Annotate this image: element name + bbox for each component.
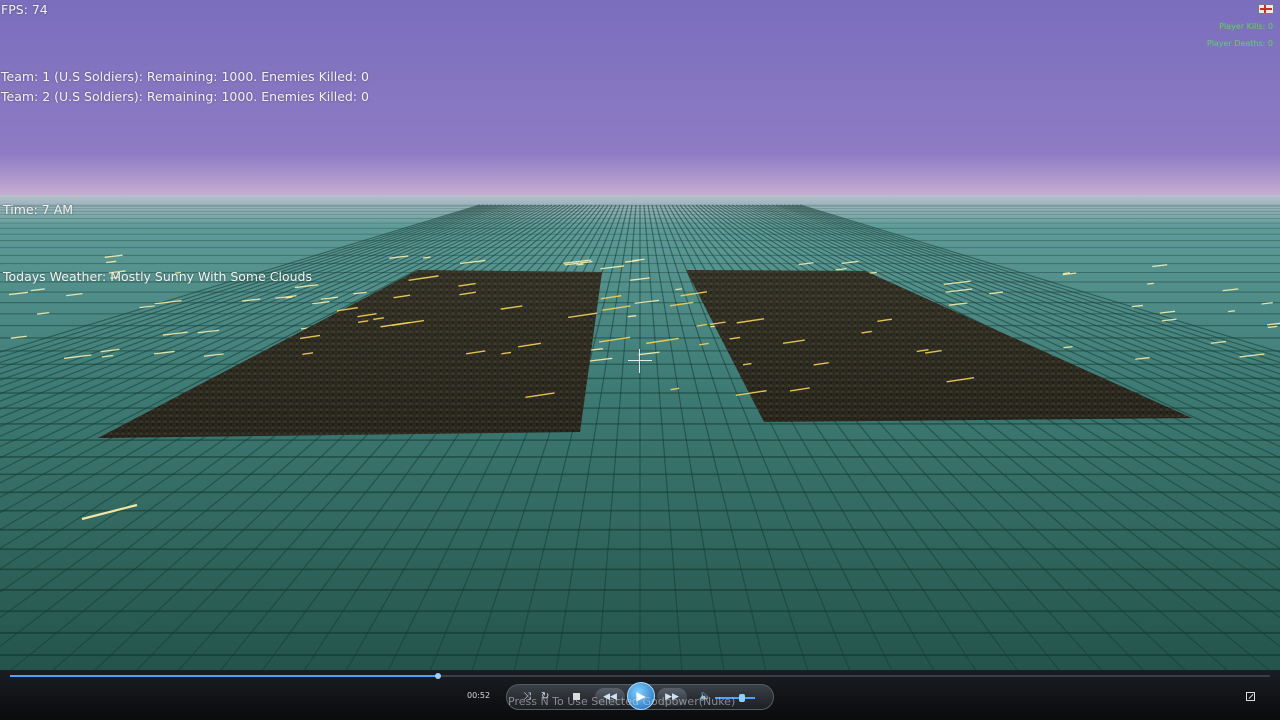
elapsed-time: 00:52	[467, 691, 491, 700]
player-kills: Player Kills: 0	[1219, 22, 1273, 31]
fps-counter: FPS: 74	[1, 2, 48, 17]
team-1-status: Team: 1 (U.S Soldiers): Remaining: 1000.…	[1, 69, 369, 84]
flag-icon	[1258, 4, 1274, 14]
seek-bar[interactable]	[10, 673, 1270, 679]
team-2-status: Team: 2 (U.S Soldiers): Remaining: 1000.…	[1, 89, 369, 104]
player-deaths: Player Deaths: 0	[1206, 39, 1273, 48]
volume-slider-handle[interactable]	[739, 694, 745, 702]
tracer	[675, 288, 683, 291]
seek-bar-progress	[10, 675, 439, 677]
crosshair-icon	[628, 349, 652, 373]
time-of-day: Time: 7 AM	[3, 202, 74, 217]
tracer	[576, 263, 584, 266]
weather-status: Todays Weather: Mostly Sunny With Some C…	[3, 269, 312, 284]
godpower-hint: Press N To Use Selected Godpower(Nuke)	[508, 695, 736, 708]
seek-bar-handle[interactable]	[435, 673, 442, 679]
tracer	[423, 256, 431, 259]
tracer	[285, 296, 293, 299]
tracer	[1147, 282, 1154, 285]
tracer	[1228, 310, 1236, 313]
media-player-bar: 00:52 ⤨ ↻ ◀◀ ▶ ▶▶ 🔈 Press N To Use Selec…	[0, 670, 1280, 720]
fullscreen-icon[interactable]	[1246, 692, 1255, 701]
